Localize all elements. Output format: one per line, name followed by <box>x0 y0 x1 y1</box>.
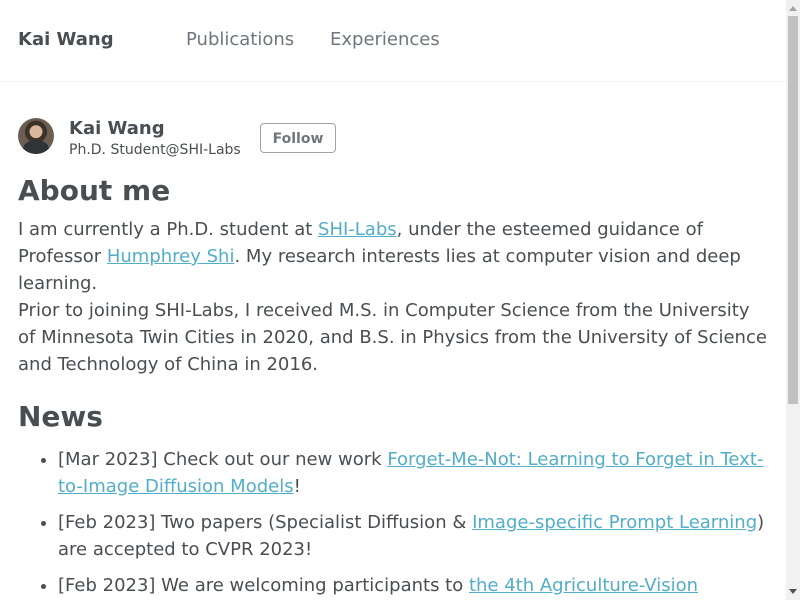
site-title-link[interactable]: Kai Wang <box>18 29 114 51</box>
author-profile: Kai Wang Ph.D. Student@SHI-Labs Follow <box>18 117 348 158</box>
main-content: About me I am currently a Ph.D. student … <box>18 172 770 600</box>
news-text: [Feb 2023] Two papers (Specialist Diffus… <box>58 512 473 533</box>
scrollbar-thumb[interactable] <box>788 16 798 404</box>
scroll-down-arrow-icon[interactable] <box>789 589 797 594</box>
about-paragraph-2: Prior to joining SHI-Labs, I received M.… <box>18 300 767 375</box>
news-link-prompt-learning[interactable]: Image-specific Prompt Learning <box>472 512 757 533</box>
news-item: [Feb 2023] Two papers (Specialist Diffus… <box>58 509 770 563</box>
vertical-scrollbar[interactable] <box>786 0 800 600</box>
author-bio: Ph.D. Student@SHI-Labs <box>69 142 241 158</box>
masthead: Kai Wang Publications Experiences <box>0 0 786 82</box>
author-name: Kai Wang <box>69 118 165 139</box>
avatar <box>18 118 54 154</box>
shi-labs-link[interactable]: SHI-Labs <box>318 219 397 240</box>
nav-publications[interactable]: Publications <box>186 29 294 51</box>
page-viewport: Kai Wang Publications Experiences Kai Wa… <box>0 0 786 600</box>
scroll-up-arrow-icon[interactable] <box>789 6 797 11</box>
about-heading: About me <box>18 174 171 207</box>
news-text: ! <box>293 476 301 497</box>
about-paragraph-1: I am currently a Ph.D. student at SHI-La… <box>18 216 770 297</box>
news-link-agriculture-vision[interactable]: the 4th Agriculture-Vision <box>469 575 698 596</box>
news-text: [Mar 2023] Check out our new work <box>58 449 388 470</box>
about-text: I am currently a Ph.D. student at <box>18 219 319 240</box>
news-item: [Mar 2023] Check out our new work Forget… <box>58 446 770 500</box>
news-text: [Feb 2023] We are welcoming participants… <box>58 575 469 596</box>
news-item: [Feb 2023] We are welcoming participants… <box>58 572 770 599</box>
news-list: [Mar 2023] Check out our new work Forget… <box>18 446 770 599</box>
humphrey-shi-link[interactable]: Humphrey Shi <box>107 246 235 267</box>
avatar-body <box>23 140 49 154</box>
news-heading: News <box>18 400 103 433</box>
follow-button[interactable]: Follow <box>260 123 336 153</box>
nav-experiences[interactable]: Experiences <box>330 29 440 51</box>
